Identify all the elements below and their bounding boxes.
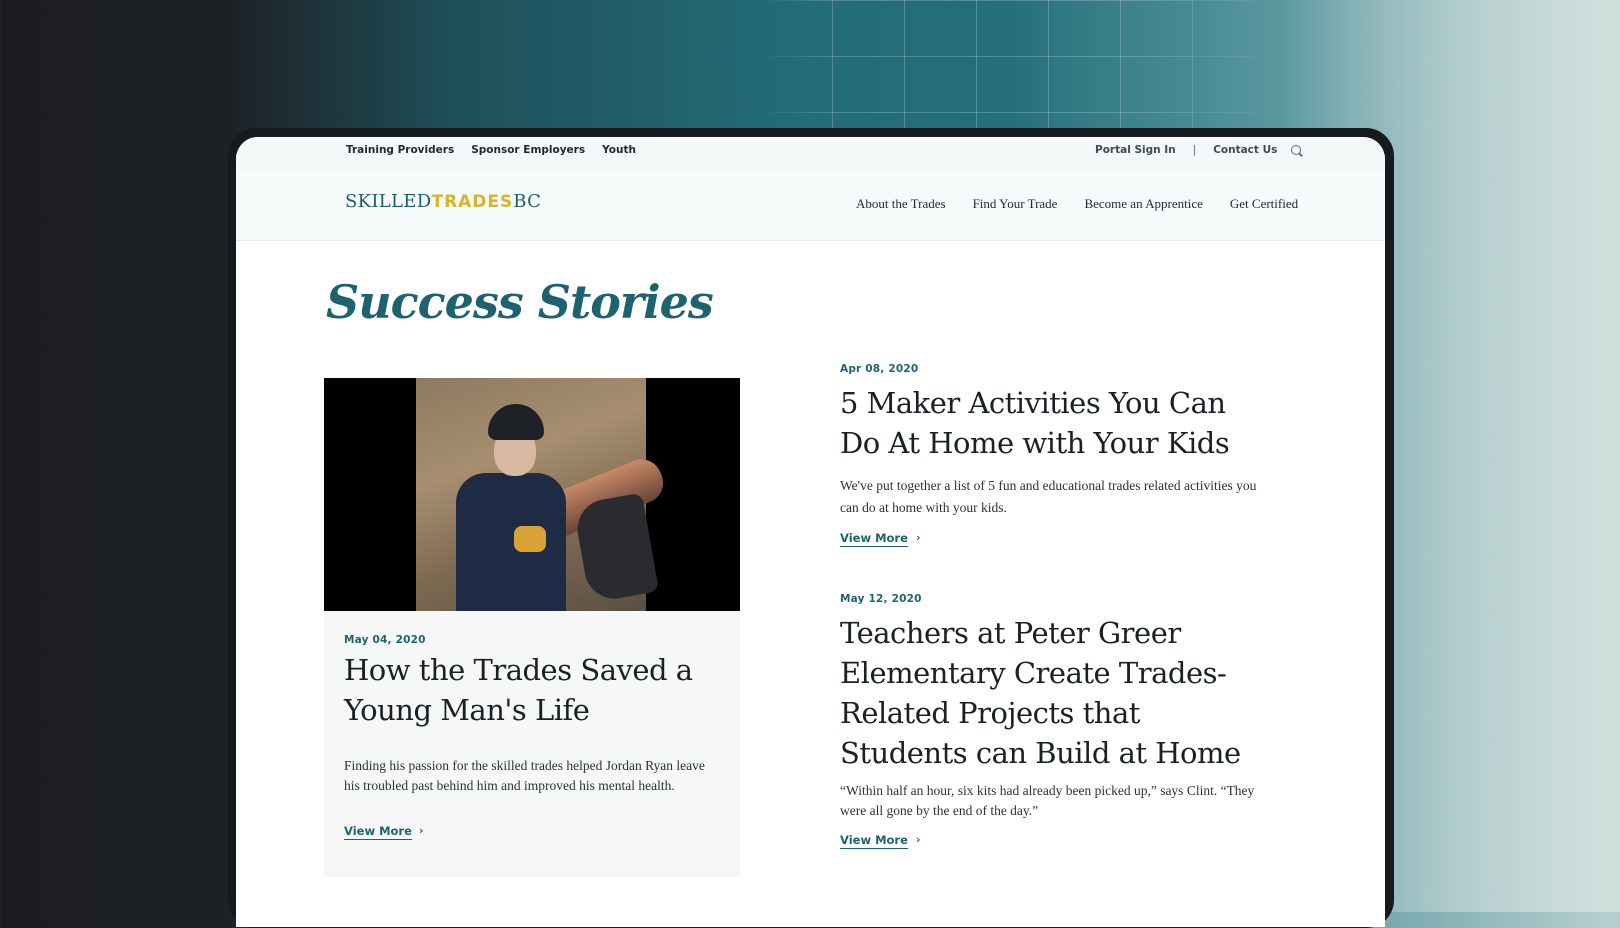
story-view-more-link[interactable]: View More [840, 833, 908, 849]
story-title[interactable]: 5 Maker Activities You Can Do At Home wi… [840, 383, 1260, 463]
page-title: Success Stories [326, 275, 714, 329]
chevron-right-icon: › [916, 833, 921, 846]
nav-find-your-trade[interactable]: Find Your Trade [973, 196, 1058, 212]
featured-story-image[interactable] [324, 378, 740, 611]
logo-part-trades: TRADES [431, 192, 514, 212]
background-grid [760, 0, 1280, 128]
logo-part-bc: BC [513, 191, 542, 212]
utility-link-training-providers[interactable]: Training Providers [346, 144, 454, 156]
photo-pipe-elbow [572, 492, 660, 604]
story-view-more-link[interactable]: View More [840, 531, 908, 547]
story-item: May 12, 2020 Teachers at Peter Greer Ele… [840, 593, 1260, 851]
utility-right-links: Portal Sign In | Contact Us [1095, 144, 1277, 156]
utility-left-links: Training Providers Sponsor Employers You… [346, 144, 653, 156]
utility-link-youth[interactable]: Youth [602, 144, 636, 156]
featured-story-excerpt: Finding his passion for the skilled trad… [344, 758, 705, 793]
browser-screen: Training Providers Sponsor Employers You… [236, 137, 1385, 927]
nav-about-the-trades[interactable]: About the Trades [856, 196, 946, 212]
story-date: Apr 08, 2020 [840, 363, 919, 375]
search-icon[interactable] [1291, 145, 1301, 155]
utility-link-sponsor-employers[interactable]: Sponsor Employers [471, 144, 585, 156]
photo-welding-helmet [488, 404, 544, 440]
utility-bar: Training Providers Sponsor Employers You… [236, 137, 1385, 173]
contact-us-link[interactable]: Contact Us [1213, 144, 1277, 156]
featured-view-more-link[interactable]: View More [344, 824, 412, 840]
featured-story-date: May 04, 2020 [344, 634, 426, 646]
primary-nav-links: About the Trades Find Your Trade Become … [856, 196, 1325, 212]
story-date: May 12, 2020 [840, 593, 922, 605]
utility-separator: | [1192, 144, 1197, 156]
portal-sign-in-link[interactable]: Portal Sign In [1095, 144, 1176, 156]
photo-welder-body [456, 473, 566, 611]
story-link-row: View More › [840, 531, 1260, 549]
chevron-right-icon: › [916, 531, 921, 544]
story-excerpt: We've put together a list of 5 fun and e… [840, 478, 1257, 515]
featured-story-card[interactable]: May 04, 2020 How the Trades Saved a Youn… [324, 378, 740, 877]
main-navigation: SKILLEDTRADESBC About the Trades Find Yo… [236, 173, 1385, 241]
nav-get-certified[interactable]: Get Certified [1230, 196, 1298, 212]
nav-become-an-apprentice[interactable]: Become an Apprentice [1084, 196, 1202, 212]
featured-story-title[interactable]: How the Trades Saved a Young Man's Life [344, 650, 724, 730]
welder-photo [416, 378, 670, 611]
story-excerpt: “Within half an hour, six kits had alrea… [840, 783, 1255, 818]
photo-glove [514, 526, 546, 552]
logo-part-skilled: SKILLED [345, 191, 432, 212]
story-title[interactable]: Teachers at Peter Greer Elementary Creat… [840, 613, 1260, 773]
chevron-right-icon: › [419, 824, 424, 837]
story-link-row: View More › [840, 833, 1260, 851]
story-item: Apr 08, 2020 5 Maker Activities You Can … [840, 363, 1260, 549]
site-logo[interactable]: SKILLEDTRADESBC [345, 191, 541, 212]
